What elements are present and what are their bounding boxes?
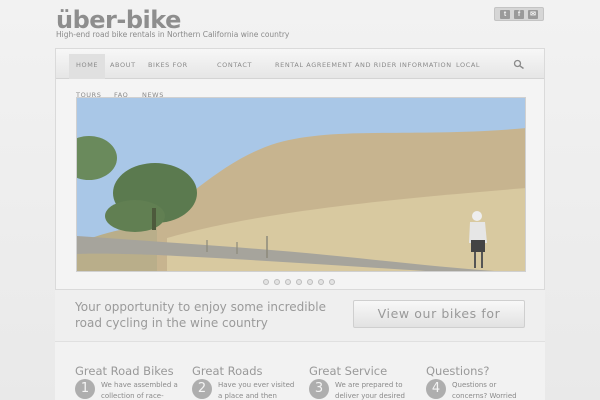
view-bikes-button[interactable]: View our bikes for — [353, 300, 525, 328]
slide-dot[interactable] — [263, 279, 269, 285]
social-links: t f ✉ — [494, 7, 544, 21]
nav-local[interactable]: LOCAL — [456, 61, 480, 69]
feature-great-roads: Great Roads 2 Have you ever visited a pl… — [192, 364, 302, 400]
site-tagline: High-end road bike rentals in Northern C… — [56, 30, 290, 39]
nav-contact[interactable]: CONTACT — [217, 61, 252, 69]
feature-text: We are prepared to deliver your desired — [335, 381, 405, 400]
feature-text: We have assembled a collection of race- — [101, 381, 178, 400]
slide-dot[interactable] — [296, 279, 302, 285]
feature-number-icon: 4 — [426, 379, 446, 399]
feature-text: Questions or concerns? Worried — [452, 381, 517, 400]
main-container: HOME ABOUT BIKES FOR CONTACT RENTAL AGRE… — [55, 48, 545, 290]
slide-dot[interactable] — [285, 279, 291, 285]
twitter-icon[interactable]: t — [500, 9, 510, 19]
feature-number-icon: 3 — [309, 379, 329, 399]
feature-number-icon: 2 — [192, 379, 212, 399]
feature-title[interactable]: Great Road Bikes — [75, 364, 185, 378]
main-nav: HOME ABOUT BIKES FOR CONTACT RENTAL AGRE… — [56, 49, 544, 79]
feature-title[interactable]: Great Service — [309, 364, 419, 378]
slideshow-pager — [263, 279, 335, 285]
feature-text: Have you ever visited a place and then w… — [218, 381, 295, 400]
nav-home[interactable]: HOME — [69, 54, 106, 79]
feature-number-icon: 1 — [75, 379, 95, 399]
nav-rental-agreement[interactable]: RENTAL AGREEMENT AND RIDER INFORMATION — [275, 61, 452, 69]
slide-dot[interactable] — [329, 279, 335, 285]
hero-slideshow-image[interactable] — [76, 97, 526, 272]
nav-about[interactable]: ABOUT — [110, 61, 136, 69]
feature-title[interactable]: Great Roads — [192, 364, 302, 378]
feature-questions: Questions? 4 Questions or concerns? Worr… — [426, 364, 536, 400]
search-icon[interactable] — [513, 59, 525, 69]
slide-dot[interactable] — [318, 279, 324, 285]
email-icon[interactable]: ✉ — [528, 9, 538, 19]
facebook-icon[interactable]: f — [514, 9, 524, 19]
feature-great-road-bikes: Great Road Bikes 1 We have assembled a c… — [75, 364, 185, 400]
feature-title[interactable]: Questions? — [426, 364, 536, 378]
nav-bikes-for[interactable]: BIKES FOR — [148, 61, 188, 69]
feature-great-service: Great Service 3 We are prepared to deliv… — [309, 364, 419, 400]
promo-band: Your opportunity to enjoy some incredibl… — [55, 290, 545, 342]
promo-text: Your opportunity to enjoy some incredibl… — [75, 300, 326, 330]
slide-dot[interactable] — [307, 279, 313, 285]
features-row: Great Road Bikes 1 We have assembled a c… — [55, 342, 545, 400]
slide-dot[interactable] — [274, 279, 280, 285]
